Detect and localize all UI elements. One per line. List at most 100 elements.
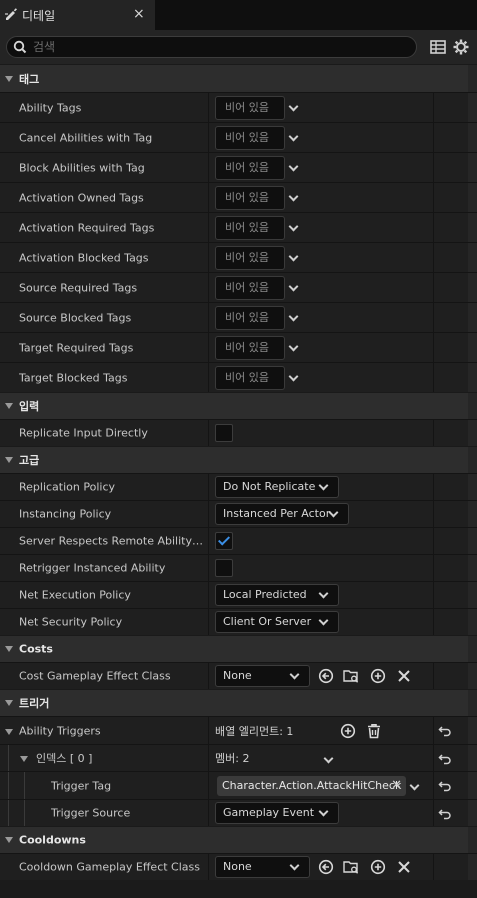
close-icon[interactable]: × bbox=[133, 6, 145, 22]
chevron-down-icon bbox=[318, 616, 330, 628]
tag-container-button[interactable]: 비어 있음 bbox=[215, 336, 285, 360]
property-row-source-required-tags: Source Required Tags 비어 있음 bbox=[0, 272, 477, 302]
add-icon[interactable] bbox=[370, 859, 386, 875]
replicate-input-checkbox[interactable] bbox=[215, 424, 233, 442]
category-label: 트리거 bbox=[19, 697, 50, 710]
chevron-down-icon bbox=[289, 670, 301, 682]
category-advanced[interactable]: 고급 bbox=[0, 446, 477, 473]
search-input[interactable] bbox=[33, 39, 403, 55]
property-label: Target Required Tags bbox=[19, 341, 134, 354]
expand-arrow-icon[interactable] bbox=[5, 729, 13, 735]
table-view-icon[interactable] bbox=[429, 38, 447, 56]
net-security-policy-dropdown[interactable]: Client Or Server bbox=[215, 611, 339, 633]
collapse-arrow-icon[interactable] bbox=[5, 837, 13, 843]
tag-chip-label: Character.Action.AttackHitCheck bbox=[222, 779, 402, 792]
chevron-down-icon bbox=[318, 807, 330, 819]
category-cooldowns[interactable]: Cooldowns bbox=[0, 826, 477, 853]
net-execution-policy-dropdown[interactable]: Local Predicted bbox=[215, 584, 339, 606]
remove-tag-icon[interactable]: ✕ bbox=[391, 776, 402, 796]
property-row-target-blocked-tags: Target Blocked Tags 비어 있음 bbox=[0, 362, 477, 392]
property-row-source-blocked-tags: Source Blocked Tags 비어 있음 bbox=[0, 302, 477, 332]
trigger-source-dropdown[interactable]: Gameplay Event bbox=[215, 802, 339, 824]
chevron-down-icon[interactable] bbox=[288, 222, 300, 234]
use-selected-arrow-icon[interactable] bbox=[318, 859, 334, 875]
chevron-down-icon[interactable] bbox=[288, 312, 300, 324]
browse-folder-icon[interactable] bbox=[343, 859, 359, 875]
tag-container-button[interactable]: 비어 있음 bbox=[215, 306, 285, 330]
category-triggers[interactable]: 트리거 bbox=[0, 689, 477, 716]
add-icon[interactable] bbox=[340, 723, 356, 739]
server-respects-checkbox[interactable] bbox=[215, 532, 233, 550]
collapse-arrow-icon[interactable] bbox=[5, 75, 13, 82]
replication-policy-dropdown[interactable]: Do Not Replicate bbox=[215, 476, 339, 498]
property-row-trigger-source: Trigger Source Gameplay Event bbox=[0, 799, 477, 826]
cooldown-class-dropdown[interactable]: None bbox=[215, 856, 310, 878]
property-row-activation-owned-tags: Activation Owned Tags 비어 있음 bbox=[0, 182, 477, 212]
collapse-arrow-icon[interactable] bbox=[5, 700, 13, 706]
property-row-net-security-policy: Net Security Policy Client Or Server bbox=[0, 608, 477, 635]
property-label: Server Respects Remote Ability Cancellat… bbox=[19, 534, 205, 548]
gear-icon[interactable] bbox=[452, 38, 470, 56]
category-tags[interactable]: 태그 bbox=[0, 64, 477, 92]
retrigger-checkbox[interactable] bbox=[215, 559, 233, 577]
chevron-down-icon[interactable] bbox=[288, 252, 300, 264]
property-row-net-execution-policy: Net Execution Policy Local Predicted bbox=[0, 581, 477, 608]
tag-container-button[interactable]: 비어 있음 bbox=[215, 216, 285, 240]
instancing-policy-dropdown[interactable]: Instanced Per Actor bbox=[215, 503, 349, 525]
chevron-down-icon[interactable] bbox=[288, 162, 300, 174]
reset-arrow-icon[interactable] bbox=[438, 779, 452, 793]
details-tab[interactable]: 디테일 × bbox=[0, 0, 155, 30]
clear-icon[interactable] bbox=[396, 668, 412, 684]
search-box[interactable] bbox=[6, 36, 417, 58]
tab-bar: 디테일 × bbox=[0, 0, 477, 30]
collapse-arrow-icon[interactable] bbox=[5, 403, 13, 409]
chevron-down-icon[interactable] bbox=[323, 754, 335, 766]
chevron-down-icon[interactable] bbox=[409, 781, 421, 793]
use-selected-arrow-icon[interactable] bbox=[318, 668, 334, 684]
browse-folder-icon[interactable] bbox=[343, 668, 359, 684]
clear-icon[interactable] bbox=[396, 859, 412, 875]
category-input[interactable]: 입력 bbox=[0, 392, 477, 419]
chevron-down-icon[interactable] bbox=[288, 132, 300, 144]
chevron-down-icon[interactable] bbox=[288, 342, 300, 354]
chevron-down-icon bbox=[318, 481, 330, 493]
panel-footer bbox=[0, 880, 477, 898]
property-row-activation-required-tags: Activation Required Tags 비어 있음 bbox=[0, 212, 477, 242]
reset-arrow-icon[interactable] bbox=[438, 724, 452, 738]
add-icon[interactable] bbox=[370, 668, 386, 684]
property-row-instancing-policy: Instancing Policy Instanced Per Actor bbox=[0, 500, 477, 527]
expand-arrow-icon[interactable] bbox=[20, 756, 28, 762]
chevron-down-icon[interactable] bbox=[288, 192, 300, 204]
tag-container-button[interactable]: 비어 있음 bbox=[215, 156, 285, 180]
category-label: Cooldowns bbox=[19, 833, 86, 847]
collapse-arrow-icon[interactable] bbox=[5, 646, 13, 652]
search-row bbox=[0, 30, 477, 64]
chevron-down-icon bbox=[328, 508, 340, 520]
property-label: Cost Gameplay Effect Class bbox=[19, 669, 171, 683]
category-label: 태그 bbox=[19, 72, 40, 86]
property-row-trigger-tag: Trigger Tag Character.Action.AttackHitCh… bbox=[0, 771, 477, 799]
tag-container-button[interactable]: 비어 있음 bbox=[215, 366, 285, 390]
tag-container-button[interactable]: 비어 있음 bbox=[215, 96, 285, 120]
trash-icon[interactable] bbox=[366, 723, 382, 739]
tag-container-button[interactable]: 비어 있음 bbox=[215, 276, 285, 300]
chevron-down-icon[interactable] bbox=[288, 102, 300, 114]
reset-arrow-icon[interactable] bbox=[438, 807, 452, 821]
tag-container-button[interactable]: 비어 있음 bbox=[215, 246, 285, 270]
reset-arrow-icon[interactable] bbox=[438, 752, 452, 766]
property-label: Instancing Policy bbox=[19, 507, 112, 521]
tag-container-button[interactable]: 비어 있음 bbox=[215, 126, 285, 150]
category-costs[interactable]: Costs bbox=[0, 635, 477, 662]
property-label: Replicate Input Directly bbox=[19, 426, 148, 440]
collapse-arrow-icon[interactable] bbox=[5, 457, 13, 463]
cost-class-dropdown[interactable]: None bbox=[215, 665, 310, 687]
property-row-cooldown-gameplay-effect-class: Cooldown Gameplay Effect Class None bbox=[0, 853, 477, 880]
category-label: 고급 bbox=[19, 454, 40, 467]
tag-chip[interactable]: Character.Action.AttackHitCheck ✕ bbox=[217, 776, 406, 796]
chevron-down-icon[interactable] bbox=[288, 282, 300, 294]
property-row-cost-gameplay-effect-class: Cost Gameplay Effect Class None bbox=[0, 662, 477, 689]
dropdown-value: None bbox=[223, 860, 252, 873]
chevron-down-icon[interactable] bbox=[288, 372, 300, 384]
tag-container-button[interactable]: 비어 있음 bbox=[215, 186, 285, 210]
property-label: Cooldown Gameplay Effect Class bbox=[19, 860, 201, 874]
